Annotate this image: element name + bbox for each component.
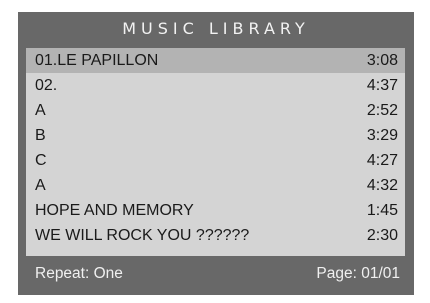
- page-indicator: Page: 01/01: [316, 265, 400, 282]
- track-duration: 3:08: [366, 52, 398, 69]
- track-row[interactable]: B 3:29: [26, 123, 405, 148]
- track-duration: 4:27: [366, 152, 398, 169]
- track-row[interactable]: A 4:32: [26, 173, 405, 198]
- track-name: C: [35, 152, 47, 169]
- repeat-mode[interactable]: Repeat: One: [35, 261, 123, 287]
- track-row[interactable]: 02. 4:37: [26, 73, 405, 98]
- track-name: 01.LE PAPILLON: [35, 52, 159, 69]
- music-library-panel: MUSIC LIBRARY 01.LE PAPILLON 3:08 02. 4:…: [18, 12, 414, 295]
- track-list: 01.LE PAPILLON 3:08 02. 4:37 A 2:52 B 3:…: [26, 48, 405, 256]
- track-duration: 4:32: [366, 177, 398, 194]
- track-name: A: [35, 102, 46, 119]
- track-row[interactable]: HOPE AND MEMORY 1:45: [26, 198, 405, 223]
- track-duration: 3:29: [366, 127, 398, 144]
- track-name: 02.: [35, 77, 58, 94]
- track-name: A: [35, 177, 46, 194]
- track-row[interactable]: A 2:52: [26, 98, 405, 123]
- track-name: B: [35, 127, 46, 144]
- track-name: WE WILL ROCK YOU ??????: [35, 227, 250, 244]
- track-row[interactable]: C 4:27: [26, 148, 405, 173]
- track-duration: 2:52: [366, 102, 398, 119]
- status-bar: Repeat: One Page: 01/01: [26, 261, 405, 287]
- track-row[interactable]: 01.LE PAPILLON 3:08: [26, 48, 405, 73]
- track-duration: 2:30: [366, 227, 398, 244]
- track-duration: 1:45: [366, 202, 398, 219]
- panel-title: MUSIC LIBRARY: [122, 19, 310, 38]
- track-row[interactable]: WE WILL ROCK YOU ?????? 2:30: [26, 223, 405, 248]
- track-duration: 4:37: [366, 77, 398, 94]
- track-name: HOPE AND MEMORY: [35, 202, 194, 219]
